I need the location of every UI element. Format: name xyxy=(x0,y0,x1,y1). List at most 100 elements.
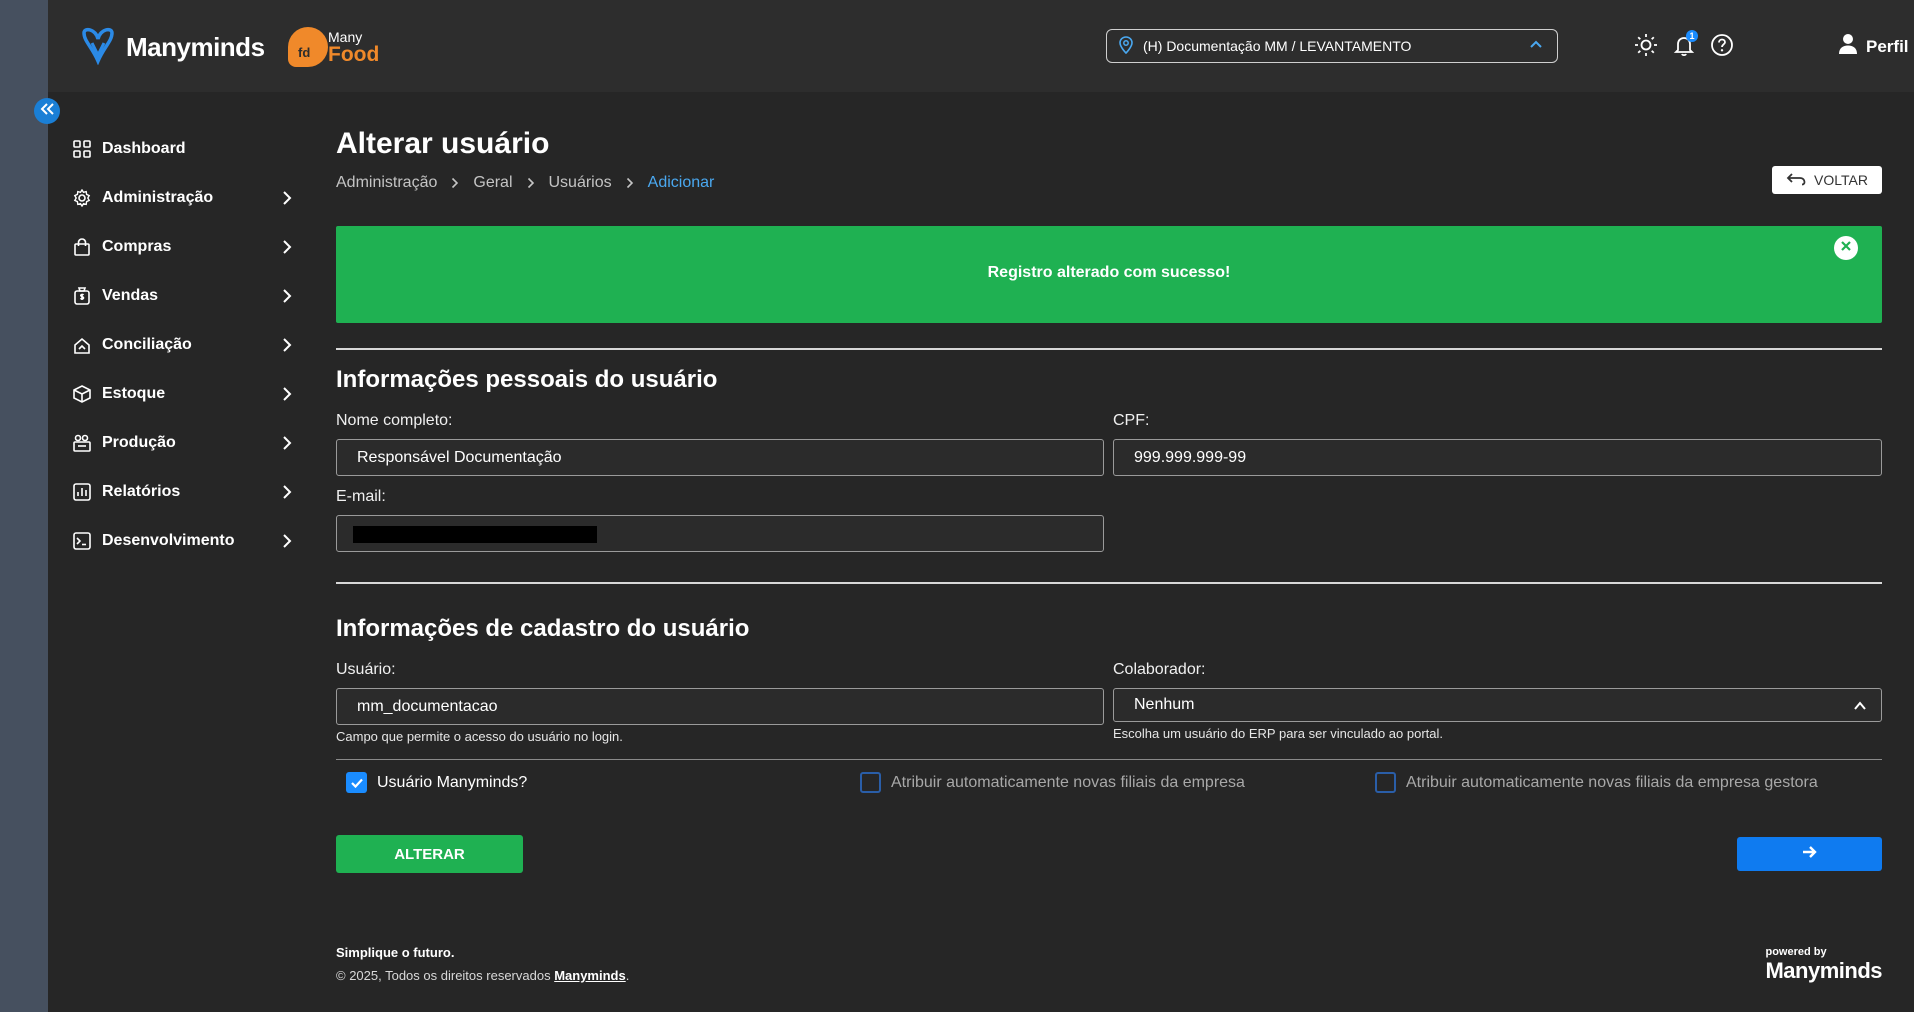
checkbox-auto-manager-branches[interactable]: Atribuir automaticamente novas filiais d… xyxy=(1375,772,1818,793)
factory-icon xyxy=(72,433,92,453)
chevron-right-icon xyxy=(282,533,292,554)
alterar-button[interactable]: ALTERAR xyxy=(336,835,523,873)
checkbox-unchecked[interactable] xyxy=(1375,772,1396,793)
powered-by-label: powered by xyxy=(1765,946,1827,958)
unit-selector[interactable]: (H) Documentação MM / LEVANTAMENTO xyxy=(1106,29,1558,63)
breadcrumb-item[interactable]: Usuários xyxy=(549,174,612,192)
manyfood-badge: fd xyxy=(298,45,311,60)
double-chevron-left-icon xyxy=(39,102,55,121)
sidebar-item-compras[interactable]: Compras xyxy=(72,222,292,271)
sidebar-item-dashboard[interactable]: Dashboard xyxy=(72,124,292,173)
username-label: Usuário: xyxy=(336,661,396,678)
collaborator-select[interactable]: Nenhum xyxy=(1113,688,1882,722)
email-field[interactable] xyxy=(336,515,1104,552)
left-strip xyxy=(0,0,48,1012)
chevron-right-icon xyxy=(626,177,634,189)
sidebar-item-label: Produção xyxy=(102,433,176,451)
footer-link[interactable]: Manyminds xyxy=(554,968,626,983)
checkbox-manyminds-user[interactable]: Usuário Manyminds? xyxy=(346,772,527,793)
manyfood-logo[interactable]: fd Many Food xyxy=(288,25,388,67)
sidebar-item-label: Vendas xyxy=(102,286,159,304)
username-field-value: mm_documentacao xyxy=(357,697,498,715)
chevron-up-icon xyxy=(1529,38,1543,55)
sidebar-item-vendas[interactable]: Vendas xyxy=(72,271,292,320)
sun-icon[interactable] xyxy=(1634,33,1658,57)
chevron-right-icon xyxy=(282,239,292,260)
checkbox-label: Atribuir automaticamente novas filiais d… xyxy=(1406,773,1818,791)
profile-menu[interactable]: Perfil xyxy=(1838,33,1914,60)
sidebar-item-administracao[interactable]: Administração xyxy=(72,173,292,222)
notification-badge: 1 xyxy=(1686,30,1698,42)
chevron-up-icon xyxy=(1853,699,1867,717)
sidebar-item-estoque[interactable]: Estoque xyxy=(72,369,292,418)
copyright-period: . xyxy=(625,968,630,983)
chevron-right-icon xyxy=(282,386,292,407)
checkbox-label: Atribuir automaticamente novas filiais d… xyxy=(891,773,1245,791)
alert-message: Registro alterado com sucesso! xyxy=(987,264,1231,281)
name-label: Nome completo: xyxy=(336,412,453,429)
terminal-icon xyxy=(72,531,92,551)
powered-by-name: Manyminds xyxy=(1765,958,1882,983)
username-hint: Campo que permite o acesso do usuário no… xyxy=(336,729,623,744)
copyright-text: © 2025, Todos os direitos reservados xyxy=(336,968,551,983)
cpf-field[interactable]: 999.999.999-99 xyxy=(1113,439,1882,476)
sidebar-item-producao[interactable]: Produção xyxy=(72,418,292,467)
profile-label: Perfil xyxy=(1866,36,1909,56)
sidebar-item-label: Estoque xyxy=(102,384,166,402)
sidebar-item-conciliacao[interactable]: Conciliação xyxy=(72,320,292,369)
name-field[interactable]: Responsável Documentação xyxy=(336,439,1104,476)
unit-selector-value: (H) Documentação MM / LEVANTAMENTO xyxy=(1143,38,1412,54)
sidebar-item-relatorios[interactable]: Relatórios xyxy=(72,467,292,516)
top-bar: Manyminds fd Many Food (H) Documentação … xyxy=(48,0,1914,92)
close-alert-button[interactable] xyxy=(1834,236,1858,260)
breadcrumb-item[interactable]: Administração xyxy=(336,174,437,192)
sidebar-item-label: Conciliação xyxy=(102,335,192,353)
close-icon xyxy=(1840,239,1852,257)
manyminds-logo-icon xyxy=(78,25,118,70)
dashboard-icon xyxy=(72,139,92,159)
section-title-personal: Informações pessoais do usuário xyxy=(336,366,718,393)
chevron-right-icon xyxy=(451,177,459,189)
page-title: Alterar usuário xyxy=(336,127,550,160)
return-arrow-icon xyxy=(1786,172,1806,189)
breadcrumb-current: Adicionar xyxy=(647,174,715,191)
reconcile-icon xyxy=(72,335,92,355)
top-icons: 1 xyxy=(1634,30,1734,57)
breadcrumb-item[interactable]: Geral xyxy=(473,174,512,192)
name-field-value: Responsável Documentação xyxy=(357,448,562,466)
next-button[interactable] xyxy=(1737,837,1882,871)
username-field[interactable]: mm_documentacao xyxy=(336,688,1104,725)
help-icon[interactable] xyxy=(1710,33,1734,57)
chevron-right-icon xyxy=(282,484,292,505)
sidebar-item-label: Dashboard xyxy=(102,139,186,157)
cpf-field-value: 999.999.999-99 xyxy=(1134,448,1247,466)
bell-icon[interactable]: 1 xyxy=(1672,30,1698,57)
section-title-registration: Informações de cadastro do usuário xyxy=(336,615,750,642)
powered-by-logo: powered by Manyminds xyxy=(1765,946,1882,984)
collaborator-label: Colaborador: xyxy=(1113,661,1206,678)
chevron-right-icon xyxy=(282,337,292,358)
back-button[interactable]: VOLTAR xyxy=(1772,166,1882,194)
sidebar-item-label: Administração xyxy=(102,188,214,206)
arrow-right-icon xyxy=(1802,845,1818,864)
sidebar-item-label: Desenvolvimento xyxy=(102,531,235,549)
shopping-bag-icon xyxy=(72,237,92,257)
divider xyxy=(336,759,1882,760)
divider xyxy=(336,582,1882,584)
footer-copyright: © 2025, Todos os direitos reservados Man… xyxy=(336,968,629,983)
chevron-right-icon xyxy=(282,190,292,211)
collapse-sidebar-button[interactable] xyxy=(34,98,60,124)
checkbox-checked[interactable] xyxy=(346,772,367,793)
collaborator-hint: Escolha um usuário do ERP para ser vincu… xyxy=(1113,726,1444,741)
checkbox-label: Usuário Manyminds? xyxy=(377,773,528,791)
sidebar-item-desenvolvimento[interactable]: Desenvolvimento xyxy=(72,516,292,565)
collaborator-select-value: Nenhum xyxy=(1134,696,1195,713)
divider xyxy=(336,348,1882,350)
checkbox-unchecked[interactable] xyxy=(860,772,881,793)
user-icon xyxy=(1838,33,1858,60)
location-pin-icon xyxy=(1119,35,1133,57)
manyfood-logo-bottom: Food xyxy=(328,43,380,66)
checkbox-auto-branches[interactable]: Atribuir automaticamente novas filiais d… xyxy=(860,772,1245,793)
brand-logo[interactable]: Manyminds xyxy=(78,25,265,70)
brand-name: Manyminds xyxy=(126,32,265,62)
